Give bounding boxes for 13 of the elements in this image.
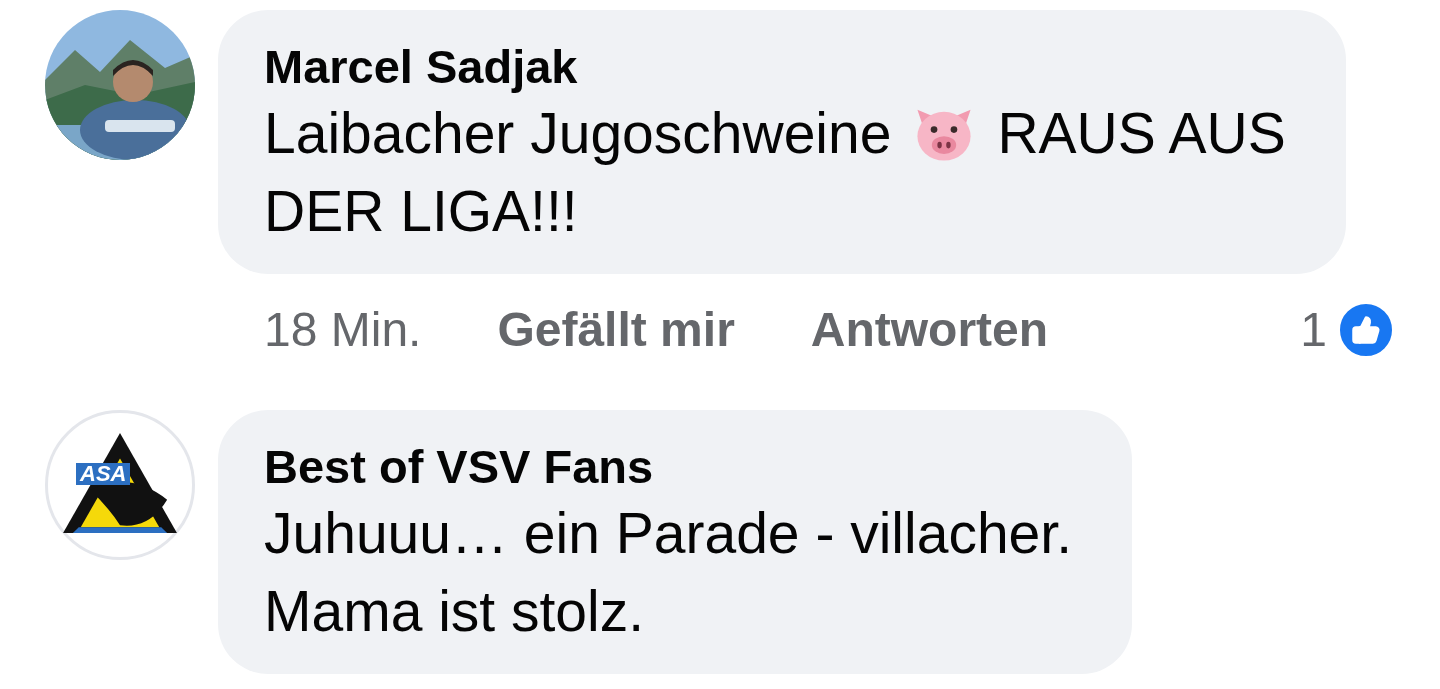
comment-text: Laibacher Jugoschweine [264,101,892,165]
comment-text: DER LIGA!!! [264,179,578,243]
logo-text: ASA [76,463,131,485]
author-name[interactable]: Best of VSV Fans [264,440,1072,494]
comment-text: Juhuuu… ein Parade - villacher. [264,501,1072,565]
comment-text: Mama ist stolz. [264,579,645,643]
like-link[interactable]: Gefällt mir [497,294,735,366]
reaction-count: 1 [1300,302,1327,358]
reply-link[interactable]: Antworten [810,294,1049,366]
author-name[interactable]: Marcel Sadjak [264,40,1286,94]
avatar[interactable]: ASA [45,410,195,560]
timestamp[interactable]: 18 Min. [264,294,422,366]
comment-text: RAUS AUS [997,101,1286,165]
